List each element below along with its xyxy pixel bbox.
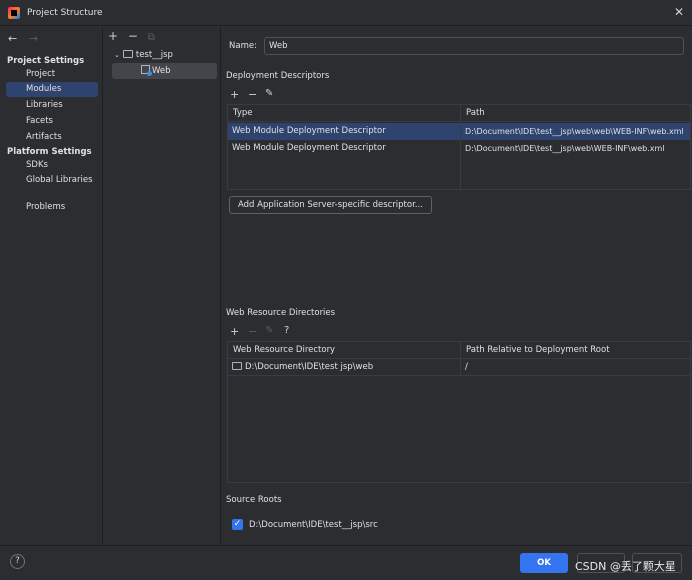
table-row[interactable]: Web Module Deployment Descriptor D:\Docu…: [228, 123, 690, 140]
table-header: Web Resource Directory Path Relative to …: [228, 342, 690, 359]
table-header: Type Path: [228, 105, 690, 122]
table-cell-type: Web Module Deployment Descriptor: [232, 126, 386, 136]
add-server-descriptor-button[interactable]: Add Application Server-specific descript…: [229, 196, 432, 214]
settings-sidebar: ← → Project Settings Project Modules Lib…: [0, 27, 103, 545]
name-label: Name:: [229, 41, 257, 51]
tree-node-root-label: test__jsp: [135, 50, 173, 60]
sidebar-item-project[interactable]: Project: [6, 67, 98, 82]
help-icon[interactable]: ?: [284, 325, 289, 336]
deployment-descriptors-table: Type Path Web Module Deployment Descript…: [227, 104, 691, 190]
forward-arrow-icon[interactable]: →: [29, 32, 38, 45]
help-button[interactable]: ?: [10, 554, 25, 569]
source-roots-heading: Source Roots: [226, 495, 282, 505]
copy-icon[interactable]: ⧉: [148, 32, 155, 43]
chevron-down-icon[interactable]: ⌄: [114, 51, 120, 59]
web-facet-icon: [141, 65, 152, 76]
table-row[interactable]: D:\Document\IDE\test jsp\web /: [228, 359, 690, 376]
table-cell-path: D:\Document\IDE\test__jsp\web\web\WEB-IN…: [465, 127, 684, 136]
source-root-checkbox[interactable]: ✓: [232, 519, 243, 530]
column-divider: [460, 342, 461, 377]
back-arrow-icon[interactable]: ←: [8, 32, 17, 45]
folder-icon: [232, 362, 242, 370]
table-cell-path: D:\Document\IDE\test__jsp\web\WEB-INF\we…: [465, 144, 665, 153]
title-bar: Project Structure ✕: [0, 0, 692, 26]
sidebar-item-sdks[interactable]: SDKs: [6, 158, 98, 173]
remove-icon[interactable]: −: [248, 325, 257, 338]
sidebar-item-modules[interactable]: Modules: [6, 82, 98, 97]
close-icon[interactable]: ✕: [674, 5, 684, 19]
table-cell-directory: D:\Document\IDE\test jsp\web: [228, 359, 460, 376]
sidebar-item-global-libraries[interactable]: Global Libraries: [6, 173, 98, 188]
main-panel: Name: Deployment Descriptors + − ✎ Type …: [222, 27, 692, 545]
edit-icon[interactable]: ✎: [265, 325, 273, 336]
table-row[interactable]: Web Module Deployment Descriptor D:\Docu…: [228, 140, 690, 157]
table-cell-type: Web Module Deployment Descriptor: [232, 143, 386, 153]
module-tree: + − ⧉ ⌄ test__jsp Web: [104, 27, 221, 545]
remove-icon[interactable]: −: [248, 88, 257, 101]
remove-icon[interactable]: −: [128, 29, 138, 43]
add-icon[interactable]: +: [108, 29, 118, 43]
tree-toolbar: + − ⧉: [108, 29, 161, 43]
web-resource-directories-table: Web Resource Directory Path Relative to …: [227, 341, 691, 483]
column-header-path[interactable]: Path: [461, 105, 485, 122]
edit-icon[interactable]: ✎: [265, 88, 273, 99]
deployment-descriptors-heading: Deployment Descriptors: [226, 71, 330, 81]
directory-path: D:\Document\IDE\test jsp\web: [245, 362, 374, 372]
column-header-type[interactable]: Type: [228, 105, 253, 122]
name-field[interactable]: [264, 37, 684, 55]
nav-arrows: ← →: [8, 32, 46, 45]
tree-node-web-label: Web: [152, 66, 171, 76]
add-icon[interactable]: +: [230, 88, 239, 101]
add-icon[interactable]: +: [230, 325, 239, 338]
column-header-relative-path[interactable]: Path Relative to Deployment Root: [461, 342, 610, 359]
tree-node-root[interactable]: ⌄ test__jsp: [114, 47, 173, 63]
column-divider: [460, 105, 461, 189]
folder-icon: [122, 50, 133, 58]
tree-node-web[interactable]: Web: [141, 63, 171, 79]
project-settings-heading: Project Settings: [7, 56, 85, 66]
sidebar-item-facets[interactable]: Facets: [6, 114, 98, 129]
web-resource-directories-heading: Web Resource Directories: [226, 308, 336, 318]
column-header-web-resource-directory[interactable]: Web Resource Directory: [228, 342, 335, 359]
ok-button[interactable]: OK: [520, 553, 568, 573]
dialog-footer: ? OK CSDN @丢了颗大星: [0, 545, 692, 580]
intellij-logo-icon: [8, 7, 20, 19]
sidebar-item-artifacts[interactable]: Artifacts: [6, 130, 98, 145]
sidebar-item-libraries[interactable]: Libraries: [6, 98, 98, 113]
sidebar-item-problems[interactable]: Problems: [6, 200, 98, 215]
window-title: Project Structure: [27, 8, 103, 18]
table-cell-relative-path: /: [465, 362, 468, 372]
source-root-path: D:\Document\IDE\test__jsp\src: [249, 520, 378, 530]
watermark-text: CSDN @丢了颗大星: [575, 560, 676, 573]
platform-settings-heading: Platform Settings: [7, 147, 92, 157]
